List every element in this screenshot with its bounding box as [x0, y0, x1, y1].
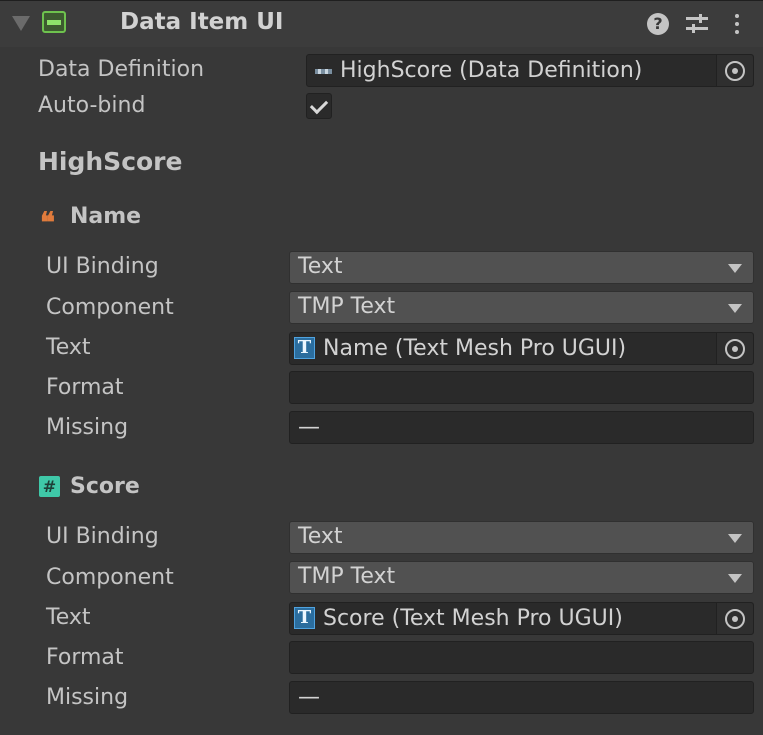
presets-icon[interactable] — [686, 13, 708, 35]
ui-binding-label: UI Binding — [46, 254, 159, 279]
data-definition-icon — [315, 69, 332, 74]
component-value: TMP Text — [298, 294, 396, 319]
more-icon[interactable] — [731, 13, 743, 35]
section-title-score: Score — [70, 474, 140, 499]
component-title: Data Item UI — [120, 9, 284, 35]
chevron-down-icon — [728, 304, 742, 313]
component-dropdown[interactable]: TMP Text — [289, 291, 754, 324]
component-dropdown[interactable]: TMP Text — [289, 561, 754, 594]
tmp-text-icon: T — [294, 607, 315, 629]
chevron-down-icon — [728, 574, 742, 583]
object-picker-icon — [725, 339, 745, 359]
object-picker-button[interactable] — [716, 55, 753, 86]
component-value: TMP Text — [298, 564, 396, 589]
missing-label: Missing — [46, 415, 129, 440]
tmp-text-icon: T — [294, 337, 315, 359]
missing-value: — — [298, 685, 320, 710]
chevron-down-icon — [728, 534, 742, 543]
ui-binding-label: UI Binding — [46, 524, 159, 549]
chevron-down-icon — [728, 264, 742, 273]
inspector-panel: Data Item UI ? Data Definition HighScore… — [0, 0, 763, 735]
ui-binding-value: Text — [298, 524, 343, 549]
component-icon — [42, 11, 66, 33]
missing-input[interactable]: — — [289, 411, 754, 444]
object-picker-icon — [725, 61, 745, 81]
missing-value: — — [298, 415, 320, 440]
format-label: Format — [46, 645, 124, 670]
component-label: Component — [46, 565, 174, 590]
text-label: Text — [46, 335, 91, 360]
auto-bind-label: Auto-bind — [38, 93, 146, 118]
text-object-field[interactable]: T Score (Text Mesh Pro UGUI) — [289, 602, 754, 635]
component-label: Component — [46, 295, 174, 320]
hash-icon: # — [39, 476, 60, 497]
format-input[interactable] — [289, 371, 754, 404]
object-picker-button[interactable] — [716, 603, 753, 634]
object-picker-button[interactable] — [716, 333, 753, 364]
ui-binding-value: Text — [298, 254, 343, 279]
group-title: HighScore — [38, 147, 183, 176]
help-icon[interactable]: ? — [647, 13, 669, 35]
text-label: Text — [46, 605, 91, 630]
object-picker-icon — [725, 609, 745, 629]
ui-binding-dropdown[interactable]: Text — [289, 251, 754, 284]
data-definition-field[interactable]: HighScore (Data Definition) — [306, 54, 754, 87]
section-title-name: Name — [70, 204, 142, 229]
format-input[interactable] — [289, 641, 754, 674]
foldout-arrow-icon[interactable] — [12, 16, 30, 31]
ui-binding-dropdown[interactable]: Text — [289, 521, 754, 554]
missing-input[interactable]: — — [289, 681, 754, 714]
component-header[interactable]: Data Item UI ? — [0, 1, 763, 47]
format-label: Format — [46, 375, 124, 400]
missing-label: Missing — [46, 685, 129, 710]
check-icon — [309, 95, 329, 115]
text-object-field[interactable]: T Name (Text Mesh Pro UGUI) — [289, 332, 754, 365]
text-object-value: Score (Text Mesh Pro UGUI) — [323, 606, 623, 631]
quote-icon: ❝ — [40, 206, 56, 239]
text-object-value: Name (Text Mesh Pro UGUI) — [323, 336, 627, 361]
auto-bind-checkbox[interactable] — [306, 93, 332, 119]
data-definition-label: Data Definition — [38, 57, 205, 82]
data-definition-value: HighScore (Data Definition) — [340, 58, 643, 83]
